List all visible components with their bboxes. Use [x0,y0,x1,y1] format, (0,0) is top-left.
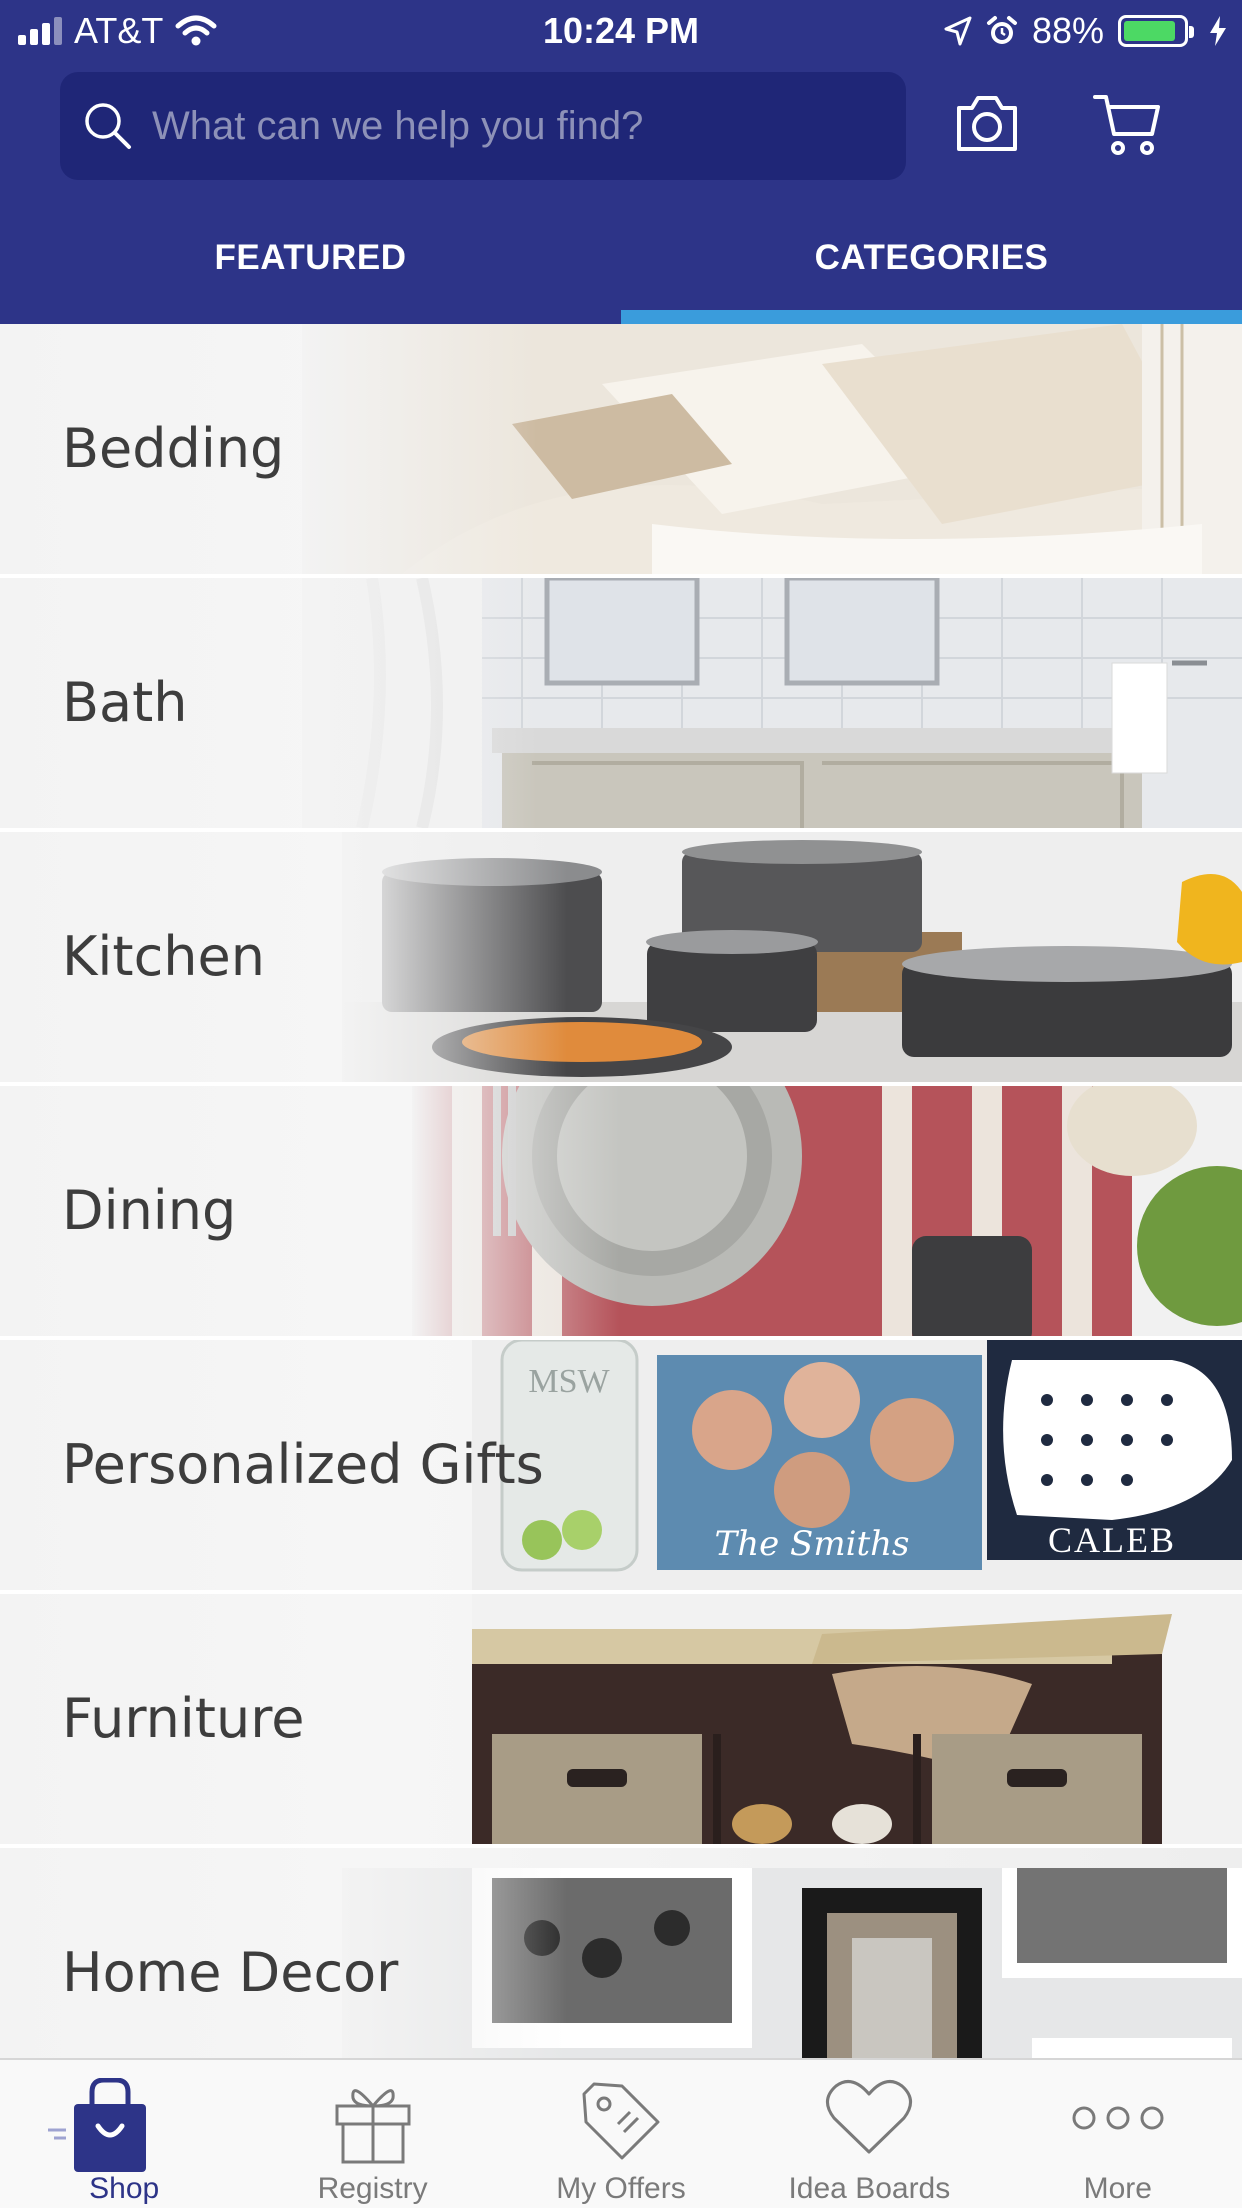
charging-icon [1210,16,1226,46]
app-header: AT&T 10:24 PM 88% What can we help you f… [0,0,1242,324]
category-label: Furniture [62,1687,305,1750]
family-name-text: The Smiths [715,1524,910,1564]
category-label: Bedding [62,417,285,480]
location-icon [944,16,972,46]
category-bedding[interactable]: Bedding [0,324,1242,574]
category-label: Kitchen [62,925,265,988]
home-decor-image [342,1868,1242,2058]
tab-categories[interactable]: CATEGORIES [621,218,1242,324]
tab-featured[interactable]: FEATURED [0,218,621,324]
search-bar[interactable] [60,72,906,180]
name-text: CALEB [1048,1520,1176,1560]
nav-shop[interactable]: Shop [0,2060,248,2208]
alarm-icon [986,16,1017,44]
gift-icon [335,2089,411,2164]
dining-image [412,1086,1242,1336]
search-icon [85,103,131,149]
bottom-tab-bar: Shop Registry My Offers Idea Boards More [0,2058,1242,2208]
category-label: Home Decor [62,1941,399,2004]
category-dining[interactable]: Dining [0,1086,1242,1336]
category-label: Dining [62,1179,237,1242]
nav-label: My Offers [556,2172,686,2205]
category-home-decor[interactable]: Home Decor [0,1848,1242,2058]
nav-label: More [1083,2172,1152,2205]
category-bath[interactable]: Bath [0,578,1242,828]
nav-idea-boards[interactable]: Idea Boards [745,2060,993,2208]
bath-image [302,578,1242,828]
category-personalized-gifts[interactable]: MSW The Smiths CALEB Personalized Gifts [0,1340,1242,1590]
nav-label: Idea Boards [788,2172,951,2205]
nav-more[interactable]: More [994,2060,1242,2208]
nav-registry[interactable]: Registry [248,2060,496,2208]
nav-my-offers[interactable]: My Offers [497,2060,745,2208]
category-label: Personalized Gifts [62,1433,544,1496]
heart-icon [826,2080,913,2154]
category-label: Bath [62,671,188,734]
status-bar: AT&T 10:24 PM 88% [0,0,1242,62]
kitchen-image [342,832,1242,1082]
tab-bar: FEATURED CATEGORIES [0,218,1242,324]
category-furniture[interactable]: Furniture [0,1594,1242,1844]
cart-icon[interactable] [1092,92,1162,158]
furniture-image [472,1594,1242,1844]
nav-label: Shop [89,2172,160,2205]
battery-percent: 88% [1031,10,1104,51]
bedding-image [302,324,1242,574]
more-dots-icon [1072,2106,1164,2130]
camera-icon[interactable] [954,92,1020,154]
shopping-bag-icon [48,2078,147,2172]
tag-icon [582,2082,660,2160]
battery-level [1124,21,1176,41]
category-kitchen[interactable]: Kitchen [0,832,1242,1082]
personalized-gifts-image: MSW The Smiths CALEB [472,1340,1242,1590]
search-input[interactable] [152,103,852,149]
nav-label: Registry [317,2172,428,2205]
battery-icon [1118,15,1194,47]
category-list: Bedding Bath Kitchen Dining MSW The Smit… [0,324,1242,2058]
